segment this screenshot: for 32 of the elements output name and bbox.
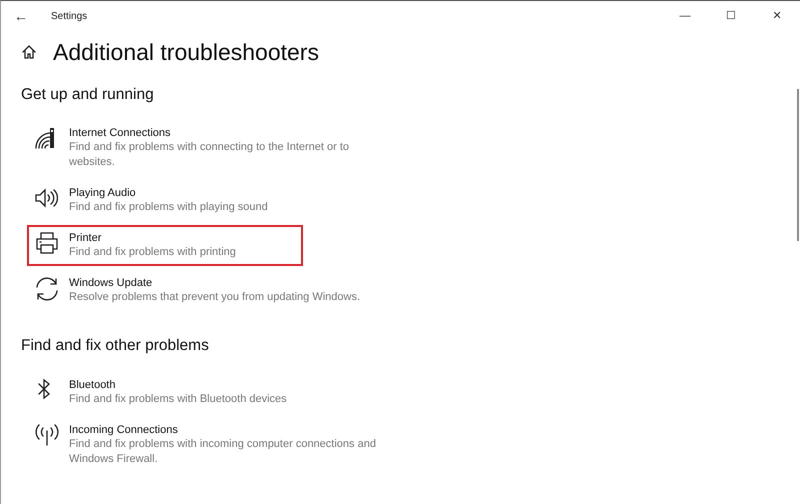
item-description: Find and fix problems with printing <box>69 245 236 260</box>
item-title: Printer <box>69 231 102 246</box>
troubleshooter-item[interactable]: Windows Update Resolve problems that prevent you from updating Windows. <box>27 270 366 312</box>
window-title: Settings <box>51 10 88 24</box>
antenna-icon <box>34 422 60 447</box>
page-title: Additional troubleshooters <box>53 38 319 67</box>
home-icon[interactable] <box>21 44 37 60</box>
item-title: Internet Connections <box>69 126 172 140</box>
troubleshooter-item[interactable]: Incoming Connections Find and fix problems with incoming computer connections and Windows Firewall. <box>27 416 387 473</box>
scrollbar[interactable] <box>797 89 799 241</box>
troubleshooter-item[interactable]: Playing Audio Find and fix problems with playing sound <box>27 180 303 222</box>
item-title: Bluetooth <box>69 378 116 392</box>
maximize-button[interactable]: ☐ <box>708 1 754 31</box>
printer-icon <box>34 231 60 256</box>
section-heading: Get up and running <box>20 86 155 104</box>
section-heading: Find and fix other problems <box>20 337 210 356</box>
item-description: Find and fix problems with Bluetooth devices <box>69 392 287 407</box>
item-description: Resolve problems that prevent you from updating Windows. <box>69 290 360 306</box>
item-title: Incoming Connections <box>69 422 179 437</box>
troubleshooter-item[interactable]: Printer Find and fix problems with printing <box>27 225 303 266</box>
speaker-icon <box>34 186 58 209</box>
item-title: Windows Update <box>69 276 154 290</box>
troubleshooter-item[interactable]: Internet Connections Find and fix problems with connecting to the Internet or to websites. <box>27 120 387 176</box>
refresh-icon <box>34 276 60 302</box>
item-description: Find and fix problems with playing sound <box>69 200 268 216</box>
minimize-button[interactable]: — <box>662 1 708 31</box>
item-description: Find and fix problems with incoming computer connections and Windows Firewall. <box>69 436 377 467</box>
back-button[interactable]: ← <box>1 1 41 31</box>
close-button[interactable]: ✕ <box>754 1 800 31</box>
item-title: Playing Audio <box>69 186 137 200</box>
troubleshooter-item[interactable]: Bluetooth Find and fix problems with Bluetooth devices <box>27 372 303 413</box>
item-description: Find and fix problems with connecting to the Internet or to websites. <box>69 140 350 170</box>
